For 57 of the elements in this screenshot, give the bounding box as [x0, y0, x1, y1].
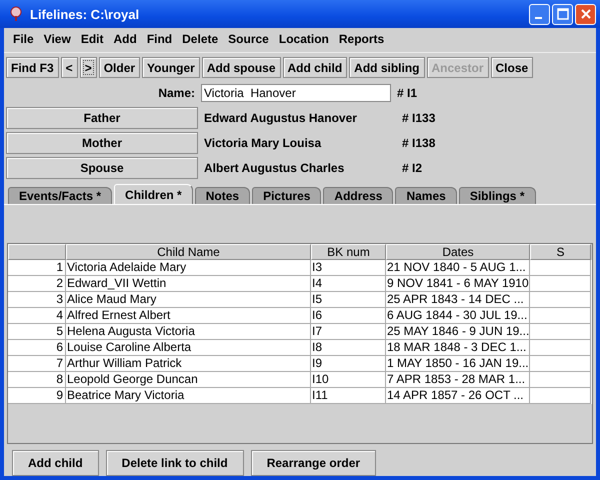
close-button[interactable]: [575, 4, 596, 24]
toolbar-button[interactable]: Younger: [142, 57, 200, 78]
relative-name: Victoria Mary Louisa: [204, 136, 322, 150]
toolbar-button[interactable]: Find F3: [6, 57, 59, 78]
relative-button[interactable]: Father: [6, 106, 198, 128]
relative-name: Edward Augustus Hanover: [204, 110, 358, 124]
name-label: Name:: [157, 86, 196, 100]
toolbar-button[interactable]: Close: [490, 57, 534, 78]
relative-id: # I138: [402, 136, 436, 150]
menu-item[interactable]: File: [10, 32, 41, 46]
column-header[interactable]: [8, 244, 66, 260]
toolbar-button[interactable]: Add child: [282, 57, 348, 78]
table-cell: [530, 388, 591, 404]
relative-id: # I133: [402, 110, 436, 124]
relative-name: Albert Augustus Charles: [204, 160, 346, 174]
column-header[interactable]: Dates: [386, 244, 530, 260]
tab[interactable]: Names: [395, 187, 457, 204]
menu-item[interactable]: Delete: [179, 32, 226, 46]
menu-item[interactable]: Find: [144, 32, 180, 46]
maximize-button[interactable]: [552, 4, 573, 24]
menu-item[interactable]: View: [40, 32, 78, 46]
name-field[interactable]: Victoria Hanover: [201, 84, 391, 102]
relative-button[interactable]: Spouse: [6, 156, 198, 178]
toolbar-button[interactable]: Add sibling: [349, 57, 424, 78]
column-header[interactable]: Child Name: [66, 244, 311, 260]
relative-id: # I2: [402, 160, 422, 174]
minimize-icon: [534, 17, 542, 19]
relative-button[interactable]: Mother: [6, 132, 198, 154]
toolbar-button[interactable]: Add spouse: [202, 57, 280, 78]
table-cell: 14 APR 1857 - 26 OCT ...: [386, 388, 530, 404]
tab[interactable]: Children *: [114, 184, 193, 204]
menu-item[interactable]: Add: [110, 32, 144, 46]
window-title: Lifelines: C:\royal: [30, 6, 140, 22]
action-button[interactable]: Delete link to child: [106, 450, 244, 476]
menu-item[interactable]: Edit: [78, 32, 110, 46]
toolbar-button[interactable]: Older: [98, 57, 140, 78]
row-number: 9: [8, 388, 66, 404]
tab[interactable]: Events/Facts *: [8, 187, 112, 204]
close-icon: [580, 8, 592, 20]
minimize-button[interactable]: [529, 4, 550, 24]
tab[interactable]: Address: [323, 187, 394, 204]
tab[interactable]: Siblings *: [458, 187, 536, 204]
menu-item[interactable]: Source: [225, 32, 276, 46]
maximize-icon: [556, 8, 568, 20]
action-button[interactable]: Add child: [12, 450, 99, 476]
action-button[interactable]: Rearrange order: [250, 450, 376, 476]
menu-item[interactable]: Location: [276, 32, 336, 46]
menu-item[interactable]: Reports: [336, 32, 392, 46]
toolbar-button[interactable]: >: [80, 57, 97, 78]
person-id: # I1: [397, 86, 418, 100]
toolbar-button[interactable]: <: [60, 57, 78, 78]
tab[interactable]: Notes: [194, 187, 250, 204]
column-header[interactable]: S: [530, 244, 591, 260]
tab[interactable]: Pictures: [252, 187, 322, 204]
table-cell: Beatrice Mary Victoria: [66, 388, 311, 404]
table-cell: I11: [311, 388, 386, 404]
column-header[interactable]: BK num: [311, 244, 386, 260]
